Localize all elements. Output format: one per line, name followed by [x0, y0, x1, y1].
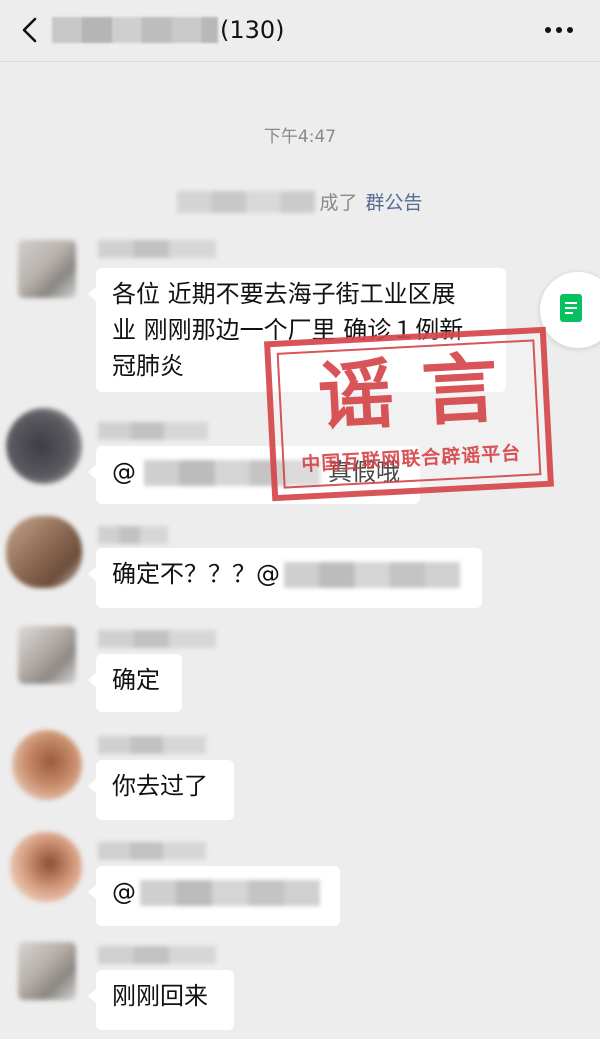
sender-name: [98, 736, 206, 754]
member-count: (130): [220, 16, 285, 44]
chevron-left-icon: [22, 17, 37, 43]
mention-prefix: @: [112, 458, 136, 486]
sender-name: [98, 526, 168, 544]
more-button[interactable]: [542, 18, 576, 42]
chat-message: @: [0, 830, 600, 940]
avatar[interactable]: [18, 942, 76, 1000]
chat-message: 确定不？？？@: [0, 512, 600, 612]
blurred-group-name: [52, 17, 218, 43]
document-icon: [560, 294, 582, 322]
message-bubble[interactable]: 确定: [88, 654, 182, 712]
sender-name: [98, 842, 206, 860]
blurred-mention: [284, 562, 460, 588]
avatar[interactable]: [6, 516, 82, 588]
message-bubble[interactable]: @: [88, 866, 340, 926]
message-text: 你去过了: [112, 772, 208, 800]
message-bubble[interactable]: 你去过了: [88, 760, 234, 820]
chat-message: 确定: [0, 620, 600, 720]
message-timestamp: 下午4:47: [263, 127, 337, 147]
message-text: 确定不？？？@: [112, 560, 280, 588]
sender-name: [98, 946, 216, 964]
message-bubble[interactable]: 确定不？？？@: [88, 548, 482, 608]
sender-name: [98, 422, 208, 440]
stamp-title: 谣言: [315, 341, 529, 442]
rumor-stamp: 谣言 中国互联网联合辟谣平台: [264, 326, 554, 502]
avatar[interactable]: [18, 240, 76, 298]
group-announcement-link[interactable]: 群公告: [366, 188, 423, 215]
message-bubble[interactable]: 刚刚回来: [88, 970, 234, 1030]
system-notice: 成了 群公告: [0, 188, 600, 215]
blurred-mention: [140, 880, 320, 906]
chat-message: 刚刚回来: [0, 940, 600, 1039]
chat-header: (130): [0, 0, 600, 62]
avatar[interactable]: [12, 730, 82, 800]
back-button[interactable]: [14, 14, 46, 46]
notice-text: 成了: [319, 192, 358, 214]
message-text: 刚刚回来: [112, 982, 208, 1010]
message-text: 确定: [112, 666, 160, 694]
avatar[interactable]: [10, 832, 82, 902]
avatar[interactable]: [6, 408, 82, 484]
mention-prefix: @: [112, 878, 136, 906]
more-dots-icon: [545, 27, 573, 33]
avatar[interactable]: [18, 626, 76, 684]
blurred-member-name: [177, 190, 316, 213]
sender-name: [98, 630, 216, 648]
chat-title: (130): [52, 13, 285, 47]
sender-name: [98, 240, 216, 258]
chat-message: 你去过了: [0, 726, 600, 826]
message-text-line: 各位 近期不要去海子街工业区展: [112, 280, 456, 308]
